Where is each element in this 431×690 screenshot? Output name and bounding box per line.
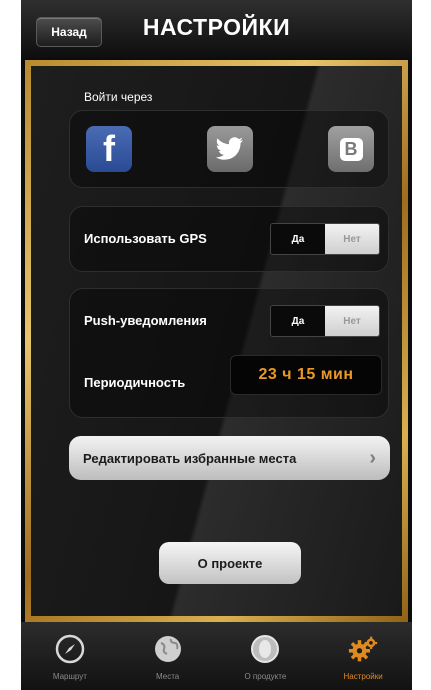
gold-frame: Войти через f B Использовать GPS Да Нет: [25, 60, 408, 622]
nav-bar: Назад НАСТРОЙКИ: [21, 0, 412, 58]
vk-icon[interactable]: B: [328, 126, 374, 172]
page-title: НАСТРОЙКИ: [142, 14, 291, 40]
edit-favorites-button[interactable]: Редактировать избранные места ›: [69, 436, 390, 480]
gps-label: Использовать GPS: [84, 231, 207, 246]
tab-bar: Маршрут Места О продукте Настройки: [21, 622, 412, 690]
gps-group: Использовать GPS Да Нет: [69, 206, 389, 272]
push-toggle[interactable]: Да Нет: [270, 305, 380, 337]
twitter-bird-icon: [216, 137, 243, 160]
periodicity-label: Периодичность: [84, 375, 186, 390]
tab-settings-label: Настройки: [343, 672, 383, 681]
gps-yes-option[interactable]: Да: [271, 224, 325, 254]
vk-glyph: B: [339, 137, 363, 161]
gears-icon: [348, 634, 378, 664]
twitter-icon[interactable]: [207, 126, 253, 172]
phone-screen: Назад НАСТРОЙКИ Войти через f B Использо…: [21, 0, 412, 690]
gps-no-option[interactable]: Нет: [325, 224, 379, 254]
chevron-right-icon: ›: [369, 447, 376, 469]
tab-product[interactable]: О продукте: [217, 622, 315, 690]
push-yes-option[interactable]: Да: [271, 306, 325, 336]
tab-route[interactable]: Маршрут: [21, 622, 119, 690]
settings-panel: Войти через f B Использовать GPS Да Нет: [31, 66, 402, 616]
tab-route-label: Маршрут: [52, 672, 87, 681]
globe-icon: [153, 634, 183, 664]
login-group: f B: [69, 110, 389, 188]
login-label: Войти через: [84, 90, 153, 104]
tab-product-label: О продукте: [244, 672, 287, 681]
tab-places[interactable]: Места: [119, 622, 217, 690]
push-no-option[interactable]: Нет: [325, 306, 379, 336]
compass-icon: [55, 634, 85, 664]
gps-toggle[interactable]: Да Нет: [270, 223, 380, 255]
push-label: Push-уведомления: [84, 313, 207, 328]
about-button[interactable]: О проекте: [159, 542, 301, 584]
facebook-icon[interactable]: f: [86, 126, 132, 172]
tab-settings[interactable]: Настройки: [314, 622, 412, 690]
product-icon: [250, 634, 280, 664]
edit-favorites-label: Редактировать избранные места: [83, 450, 297, 466]
push-group: Push-уведомления Да Нет Периодичность 23…: [69, 288, 389, 418]
periodicity-value[interactable]: 23 ч 15 мин: [230, 355, 382, 395]
tab-places-label: Места: [156, 672, 180, 681]
